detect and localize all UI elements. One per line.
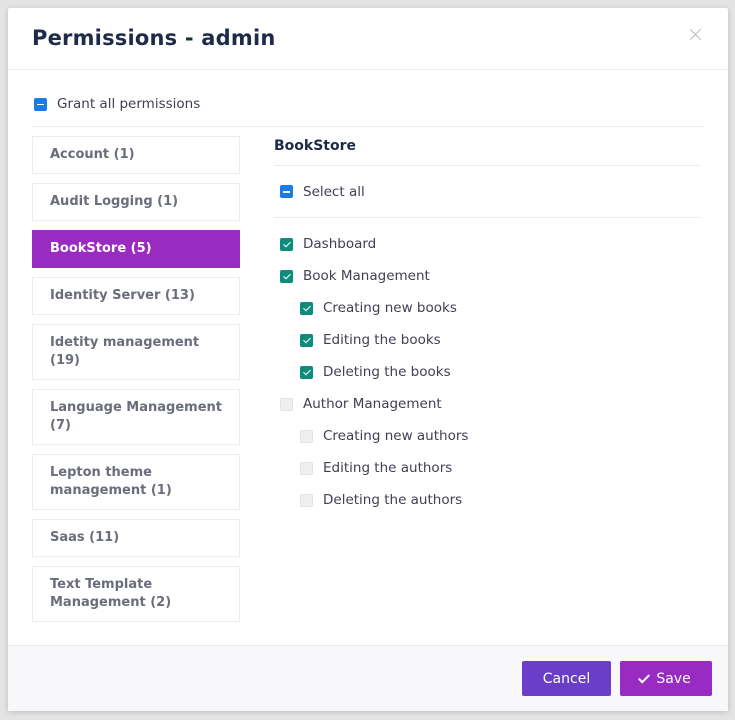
permission-label: Deleting the books bbox=[323, 364, 451, 380]
select-all-label: Select all bbox=[303, 183, 365, 200]
divider bbox=[32, 126, 704, 127]
permission-row[interactable]: Editing the books bbox=[274, 324, 701, 356]
modal-footer: Cancel Save bbox=[8, 645, 728, 711]
group-item[interactable]: Audit Logging (1) bbox=[32, 183, 240, 221]
permission-checkbox[interactable] bbox=[300, 365, 313, 379]
grant-all-checkbox[interactable] bbox=[34, 97, 47, 111]
group-item[interactable]: Text Template Management (2) bbox=[32, 566, 240, 622]
permission-list: Dashboard Book Management Creating new boo… bbox=[274, 218, 701, 516]
permission-label: Editing the authors bbox=[323, 460, 453, 476]
save-button[interactable]: Save bbox=[620, 661, 712, 696]
permission-group-list: Account (1) Audit Logging (1) BookStore (5… bbox=[32, 136, 240, 631]
permission-checkbox[interactable] bbox=[300, 493, 313, 507]
group-item[interactable]: Language Management (7) bbox=[32, 389, 240, 445]
permission-row[interactable]: Author Management bbox=[274, 388, 701, 420]
select-all-row[interactable]: Select all bbox=[274, 166, 701, 218]
select-all-checkbox[interactable] bbox=[280, 185, 293, 198]
modal-title: Permissions - admin bbox=[32, 26, 276, 50]
group-item[interactable]: Lepton theme management (1) bbox=[32, 454, 240, 510]
panel-title: BookStore bbox=[274, 136, 701, 166]
permission-row[interactable]: Creating new authors bbox=[274, 420, 701, 452]
permission-row[interactable]: Dashboard bbox=[274, 228, 701, 260]
modal-header: Permissions - admin bbox=[8, 8, 728, 70]
permission-row[interactable]: Editing the authors bbox=[274, 452, 701, 484]
cancel-button[interactable]: Cancel bbox=[522, 661, 611, 696]
permission-checkbox[interactable] bbox=[300, 301, 313, 315]
group-item[interactable]: Idetity management (19) bbox=[32, 324, 240, 380]
group-item[interactable]: Saas (11) bbox=[32, 519, 240, 557]
permission-label: Deleting the authors bbox=[323, 492, 463, 508]
permission-label: Dashboard bbox=[303, 236, 377, 252]
permission-checkbox[interactable] bbox=[280, 269, 293, 283]
check-icon bbox=[638, 670, 651, 684]
permission-label: Author Management bbox=[303, 396, 442, 412]
permission-checkbox[interactable] bbox=[280, 237, 293, 251]
close-icon[interactable] bbox=[686, 25, 706, 45]
permission-row[interactable]: Deleting the authors bbox=[274, 484, 701, 516]
permission-row[interactable]: Creating new books bbox=[274, 292, 701, 324]
permission-checkbox[interactable] bbox=[280, 397, 293, 411]
permission-label: Book Management bbox=[303, 268, 430, 284]
group-item[interactable]: BookStore (5) bbox=[32, 230, 240, 268]
permission-checkbox[interactable] bbox=[300, 429, 313, 443]
grant-all-label: Grant all permissions bbox=[57, 96, 201, 112]
permission-row[interactable]: Book Management bbox=[274, 260, 701, 292]
grant-all-permissions[interactable]: Grant all permissions bbox=[34, 96, 200, 112]
permission-checkbox[interactable] bbox=[300, 461, 313, 475]
group-item[interactable]: Identity Server (13) bbox=[32, 277, 240, 315]
save-label: Save bbox=[656, 670, 691, 687]
group-item[interactable]: Account (1) bbox=[32, 136, 240, 174]
permission-checkbox[interactable] bbox=[300, 333, 313, 347]
permission-row[interactable]: Deleting the books bbox=[274, 356, 701, 388]
cancel-label: Cancel bbox=[542, 670, 591, 687]
permission-label: Creating new authors bbox=[323, 428, 469, 444]
permissions-modal: Permissions - admin Grant all permission… bbox=[8, 8, 728, 711]
permission-panel: BookStore Select all Dashboard Book Manag… bbox=[274, 136, 701, 516]
permission-label: Editing the books bbox=[323, 332, 441, 348]
permission-label: Creating new books bbox=[323, 300, 457, 316]
